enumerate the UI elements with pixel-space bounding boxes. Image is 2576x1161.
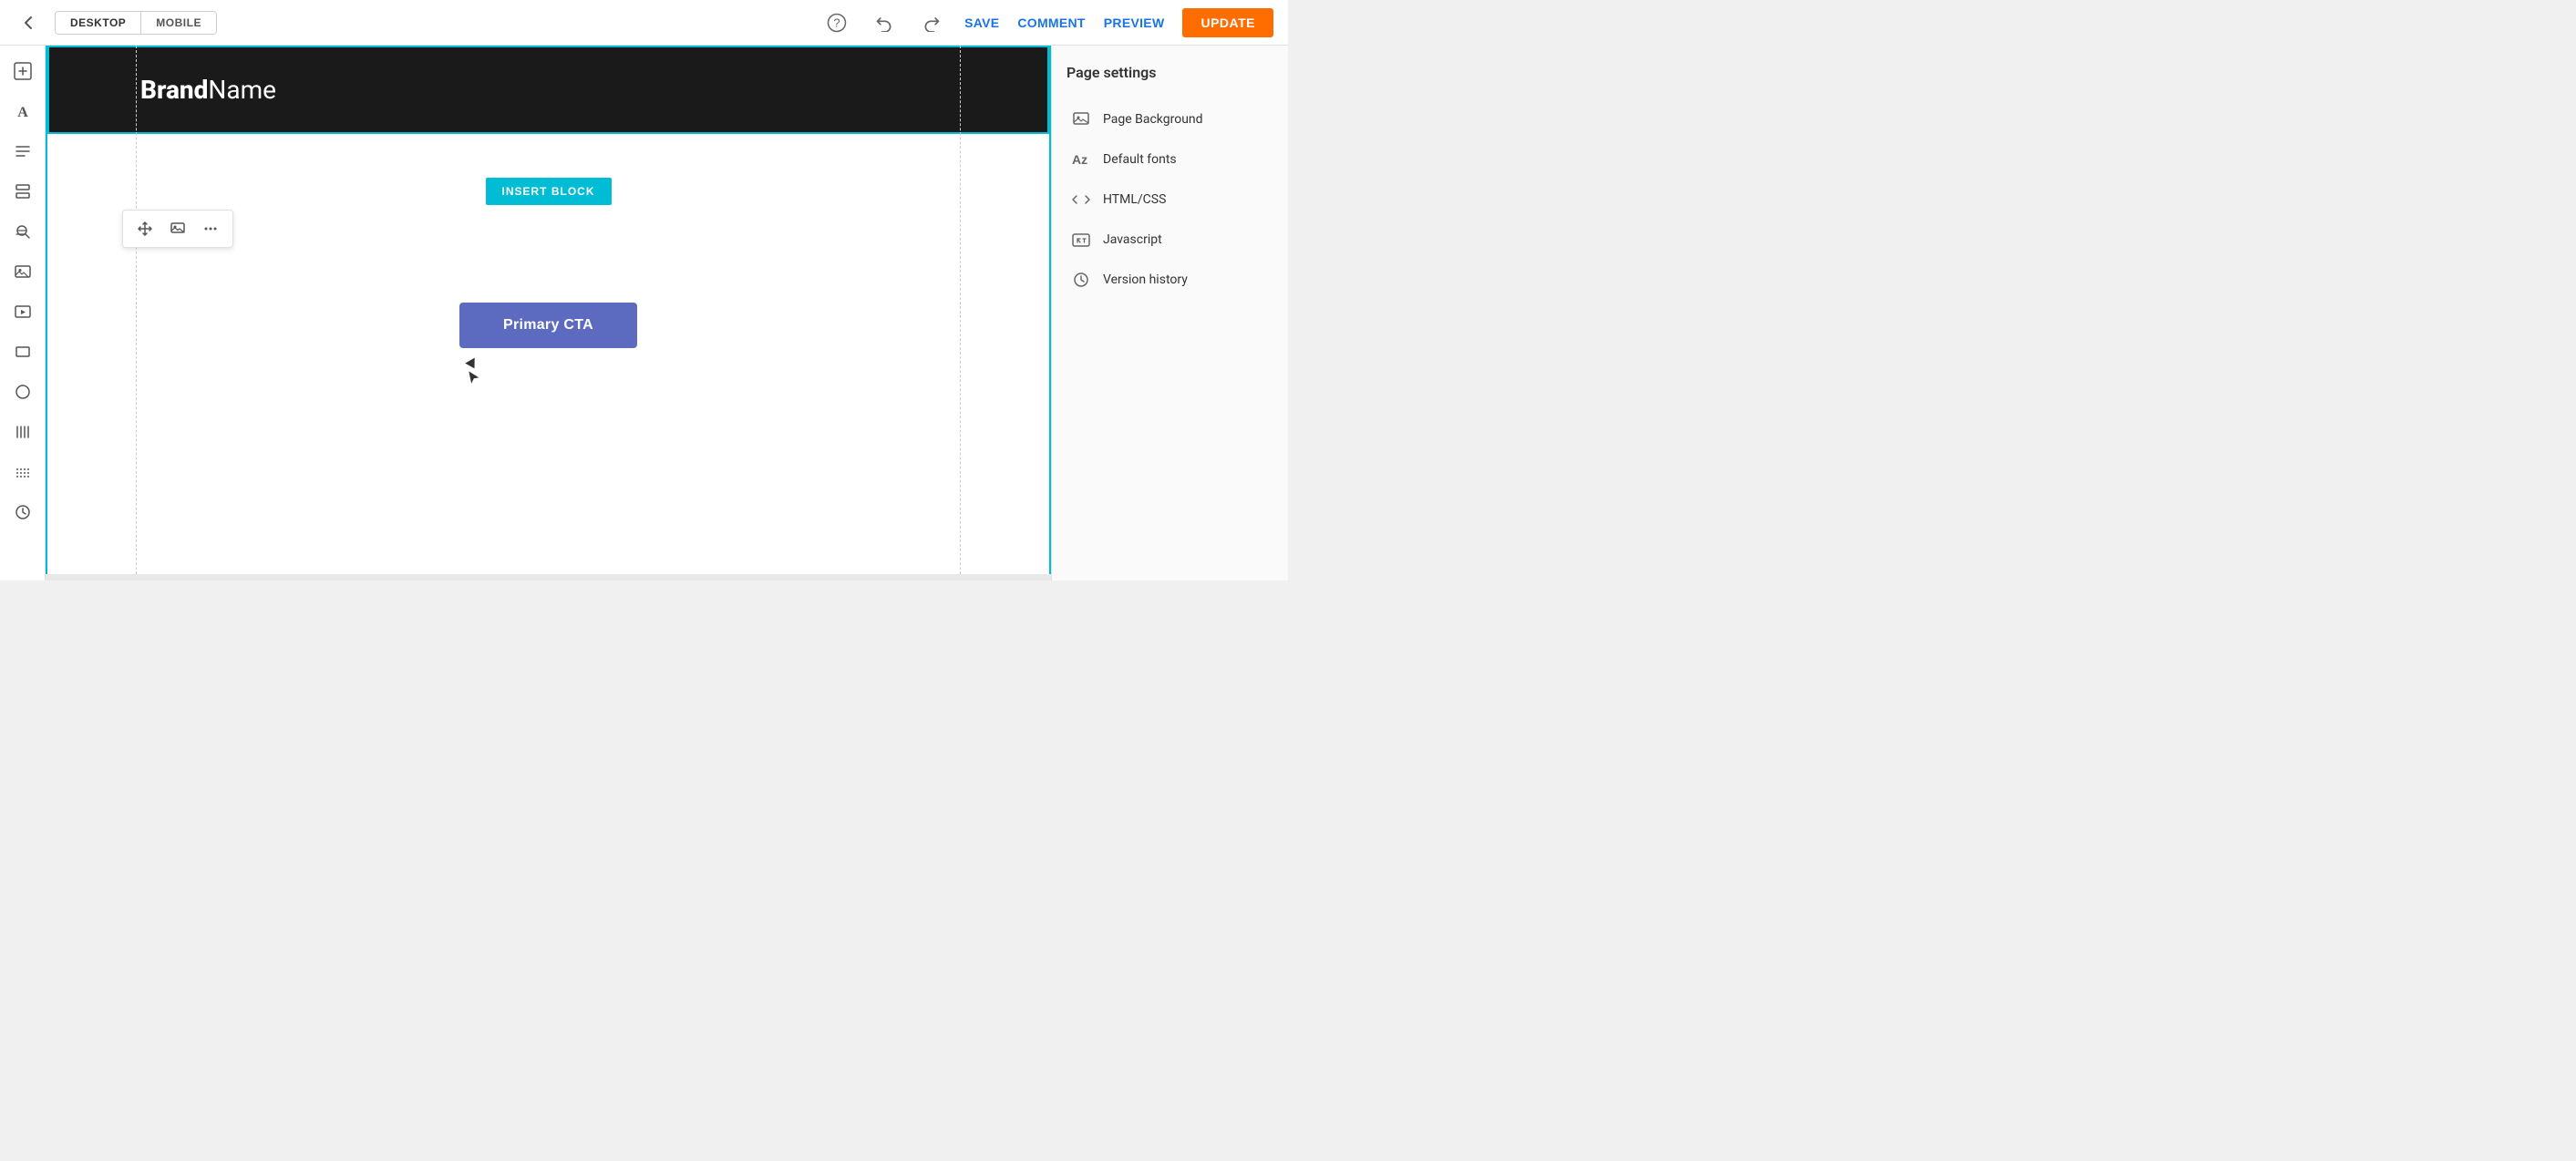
html-css-label: HTML/CSS bbox=[1103, 192, 1166, 207]
primary-cta-button[interactable]: Primary CTA bbox=[459, 303, 637, 348]
history-sidebar-icon[interactable] bbox=[5, 494, 41, 530]
right-sidebar: Page settings Page Background Az Default… bbox=[1051, 46, 1288, 580]
brand-normal: Name bbox=[208, 75, 276, 105]
right-sidebar-title: Page settings bbox=[1066, 64, 1273, 81]
version-history-item[interactable]: Version history bbox=[1066, 260, 1273, 300]
page-background-icon bbox=[1070, 108, 1092, 130]
javascript-item[interactable]: Javascript bbox=[1066, 220, 1273, 260]
canvas-wrapper: BrandName INSERT BLOCK bbox=[46, 46, 1051, 580]
mobile-view-button[interactable]: MOBILE bbox=[141, 12, 216, 34]
block-image-button[interactable] bbox=[163, 214, 192, 243]
align-icon[interactable] bbox=[5, 133, 41, 170]
version-history-label: Version history bbox=[1103, 272, 1188, 287]
redo-button[interactable] bbox=[917, 8, 946, 37]
layers-icon[interactable] bbox=[5, 173, 41, 210]
svg-text:A: A bbox=[17, 105, 28, 120]
left-sidebar: A bbox=[0, 46, 46, 580]
javascript-label: Javascript bbox=[1103, 232, 1162, 247]
undo-button[interactable] bbox=[870, 8, 899, 37]
default-fonts-label: Default fonts bbox=[1103, 152, 1177, 167]
columns-icon[interactable] bbox=[5, 414, 41, 450]
help-button[interactable]: ? bbox=[822, 8, 851, 37]
html-css-icon bbox=[1070, 189, 1092, 211]
insert-block-button[interactable]: INSERT BLOCK bbox=[486, 178, 612, 205]
update-button[interactable]: UPDATE bbox=[1182, 8, 1273, 37]
desktop-view-button[interactable]: DESKTOP bbox=[56, 12, 141, 34]
search-content-icon[interactable] bbox=[5, 213, 41, 250]
save-button[interactable]: SAVE bbox=[964, 15, 999, 30]
html-css-item[interactable]: HTML/CSS bbox=[1066, 180, 1273, 220]
default-fonts-item[interactable]: Az Default fonts bbox=[1066, 139, 1273, 180]
divider-icon[interactable] bbox=[5, 454, 41, 490]
video-icon[interactable] bbox=[5, 293, 41, 330]
page-background-label: Page Background bbox=[1103, 112, 1203, 127]
text-icon[interactable]: A bbox=[5, 93, 41, 129]
page-canvas: BrandName INSERT BLOCK bbox=[46, 46, 1051, 574]
topbar-actions: ? SAVE COMMENT PREVIEW UPDATE bbox=[822, 8, 1273, 37]
image-block-icon[interactable] bbox=[5, 253, 41, 290]
default-fonts-icon: Az bbox=[1070, 149, 1092, 170]
add-section-icon[interactable] bbox=[5, 53, 41, 89]
canvas-area[interactable]: BrandName INSERT BLOCK bbox=[46, 46, 1051, 580]
preview-button[interactable]: PREVIEW bbox=[1104, 15, 1165, 30]
back-button[interactable] bbox=[15, 8, 44, 37]
page-background-item[interactable]: Page Background bbox=[1066, 99, 1273, 139]
circle-icon[interactable] bbox=[5, 374, 41, 410]
javascript-icon bbox=[1070, 229, 1092, 251]
block-more-button[interactable] bbox=[196, 214, 225, 243]
block-move-button[interactable] bbox=[130, 214, 160, 243]
comment-button[interactable]: COMMENT bbox=[1017, 15, 1085, 30]
brand-name: BrandName bbox=[140, 75, 974, 105]
brand-bold: Brand bbox=[140, 75, 208, 105]
view-toggle: DESKTOP MOBILE bbox=[55, 11, 217, 35]
topbar: DESKTOP MOBILE ? SAVE COMMENT PREVIEW UP… bbox=[0, 0, 1288, 46]
block-toolbar bbox=[122, 210, 233, 248]
main-area: A bbox=[0, 46, 1288, 580]
hero-block[interactable]: BrandName bbox=[47, 46, 1049, 134]
svg-text:?: ? bbox=[833, 15, 840, 29]
svg-text:Az: Az bbox=[1072, 152, 1087, 167]
version-history-icon bbox=[1070, 269, 1092, 291]
rectangle-icon[interactable] bbox=[5, 334, 41, 370]
